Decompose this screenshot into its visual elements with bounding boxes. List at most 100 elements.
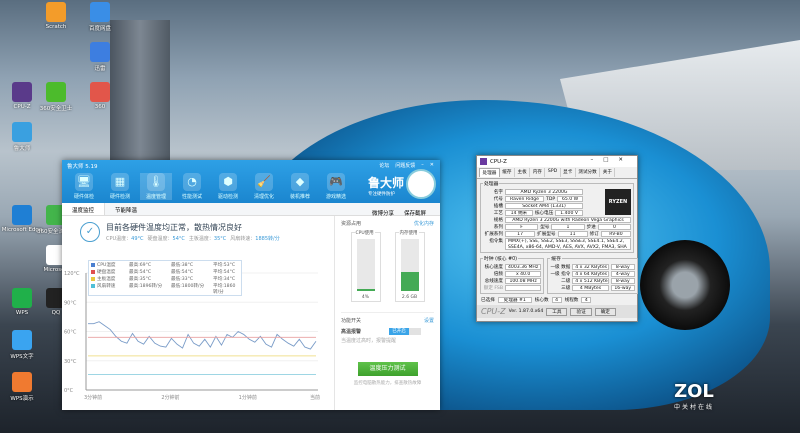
stress-test-button[interactable]: 温度压力测试 [357,362,418,376]
settings-link[interactable]: 设置 [424,317,434,324]
desktop-icon[interactable]: 百度网盘 [78,2,122,32]
toolbar-chip[interactable]: ▦ 硬件检测 [104,173,136,200]
app-icon [46,82,66,102]
toolbar-thermometer[interactable]: 🌡 温度管理 [140,173,172,200]
forum-link[interactable]: 论坛 [379,162,389,169]
brand: 鲁大师 专注硬件防护 [368,174,404,197]
stress-description: 监控电脑散热能力，排查散热故障 [353,381,422,386]
family: F [505,224,539,230]
desktop-icon-label: 迅雷 [94,66,106,72]
memory-usage-bar: 内存使用 2.6 GB [394,230,425,302]
cpuz-tab[interactable]: 处理器 [479,168,500,177]
toolbar-gauge[interactable]: ◔ 性能测试 [176,173,208,200]
tab-bar: 温度监控 节能降温 微博分享 保存截屏 [62,203,440,217]
legend-row: CPU温度 最高:69°C 最低:38°C 平均:53°C [89,261,241,268]
toolbar-driver[interactable]: ⬢ 驱动检测 [212,173,244,200]
ok-button[interactable]: 确定 [594,307,616,316]
tdp-label: TDP [546,196,556,202]
validate-button[interactable]: 验证 [570,307,592,316]
cache-size: 4 x 64 KBytes [572,271,609,277]
tab-energy-saving[interactable]: 节能降温 [105,203,147,215]
reading-value: 35°C [213,236,227,242]
alarm-description: 当温度过高时，报警提醒 [341,338,397,344]
toolbar-cube[interactable]: ◆ 装机推荐 [284,173,316,200]
cache-label: 一级 数据 [550,265,571,270]
cpuz-tab[interactable]: 缓存 [500,168,515,177]
cpu-usage-label: CPU使用 [354,230,375,236]
check-icon: ✓ [80,222,100,242]
desktop-icon-label: 百度网盘 [88,26,111,32]
spec-label: 规格 [493,218,503,223]
specification: AMD Ryzen 3 2200G with Radeon Vega Graph… [505,217,631,223]
cache-label: 三级 [561,286,571,291]
reading-value: 54°C [172,236,185,242]
cpuz-tab[interactable]: 主板 [515,168,531,177]
ludashi-window: 鲁大师 5.19 论坛 问题反馈 – ✕ 🖥 硬件体检 ▦ 硬件检测 🌡 温度管理 ◔ 性能测试 ⬢ 驱… [62,160,440,410]
y-tick-label: 120°C [64,271,80,277]
legend-row: 风扇转速 最高:1896转/分 最低:1800转/分 平均:1860转/分 [89,282,241,295]
tab-temperature-monitor[interactable]: 温度监控 [62,203,106,215]
revision-label: 修订 [589,232,599,237]
cpu-usage-bar: CPU使用 4% [350,230,381,302]
processor-select[interactable]: 处理器 #1 [497,297,532,303]
toolbar-label: 硬件体检 [73,194,94,200]
cache-row: 二级 4 x 512 KBytes 8-way [550,278,635,284]
clocks-legend: 时钟 (核心 #0) [484,257,518,262]
temperature-readings: CPU温度：49°C 硬盘温度：54°C 主板温度：35°C 风扇转速：1885转/分 [106,235,284,242]
desktop-icon[interactable]: WPS文字 [0,330,44,360]
cpuz-tab[interactable]: 显卡 [561,168,576,177]
tdp: 65.0 W [557,196,583,202]
cache-size: 4 MBytes [572,285,609,291]
toolbar-label: 性能测试 [181,194,202,200]
cache-row: 一级 数据 4 x 32 KBytes 8-way [550,264,635,270]
multiplier-label: 倍频 [493,272,503,277]
status-summary: ✓ 目前各硬件温度均正常，散热情况良好 CPU温度：49°C 硬盘温度：54°C 主… [80,222,284,242]
cpuz-tab[interactable]: 测试分数 [576,168,601,177]
status-title: 目前各硬件温度均正常，散热情况良好 [106,223,242,232]
toolbar-gamepad[interactable]: 🎮 游戏精选 [320,173,352,200]
optimize-memory-link[interactable]: 优化内存 [414,220,434,227]
cpuz-tab[interactable]: SPD [545,168,561,177]
cores: 4 [551,297,562,303]
alarm-toggle[interactable]: 已开启 [389,328,422,335]
desktop-icon-label: 360 [94,104,106,110]
cache-way: 8-way [610,264,635,270]
core-speed-label: 核心速度 [484,265,503,270]
function-title: 功能开关 [341,318,362,324]
toolbar-broom[interactable]: 🧹 清理优化 [248,173,280,200]
desktop-icon[interactable]: 360 [78,82,122,110]
desktop-icon[interactable]: WPS演示 [0,372,44,402]
cpuz-tab[interactable]: 关于 [600,168,616,177]
desktop-icon[interactable]: 360安全卫士 [34,82,78,112]
cpuz-footer-logo: CPU-Z [481,307,506,316]
mascot-avatar [406,169,436,199]
core-speed: 4003.36 MHz [505,264,542,270]
watermark-brand: ZOL [674,381,714,402]
app-icon [12,288,32,308]
memory-usage-value: 2.6 GB [401,295,418,300]
close-icon[interactable]: ✕ [430,162,434,169]
socket-label: 插槽 [493,204,503,209]
cpuz-tab[interactable]: 内存 [530,168,546,177]
code-label: 代号 [493,197,503,202]
model-label: 型号 [540,225,550,230]
desktop-icon[interactable]: 迅雷 [78,42,122,72]
fsb-label: 额定 FSB [483,286,503,291]
cores-label: 核心数 [534,298,549,303]
legend-swatch [91,283,95,288]
feedback-link[interactable]: 问题反馈 [395,162,415,169]
minimize-button[interactable]: – [421,162,424,169]
cache-label: 二级 [561,279,571,284]
desktop-icon-label: 360安全卫士 [39,106,73,112]
reading-label: 风扇转速： [230,236,256,242]
window-controls[interactable]: –□✕ [590,157,633,163]
desktop-icon[interactable]: 鲁大师 [0,122,44,152]
desktop-icon[interactable]: Scratch [34,2,78,30]
toolbar-monitor[interactable]: 🖥 硬件体检 [68,173,100,200]
tools-button[interactable]: 工具 [546,307,568,316]
cpuz-title: CPU-Z [490,158,507,165]
legend-swatch [91,262,95,267]
ext-model: 11 [557,231,588,237]
version: Ver. 1.87.0.x64 [508,309,544,314]
y-tick-label: 90°C [64,300,77,306]
